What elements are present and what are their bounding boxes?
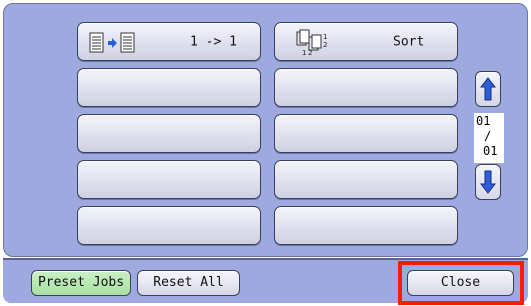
preset-slot-button[interactable] [77, 114, 261, 153]
close-button[interactable]: Close [407, 270, 514, 296]
single-to-single-page-icon [88, 32, 148, 58]
sort-stack-icon: 1 2 1 2 [295, 29, 331, 61]
copy-mode-1to1-button[interactable]: 1 -> 1 [77, 22, 261, 61]
page-indicator: 01 / 01 [474, 113, 504, 163]
page-current: 01 [476, 114, 491, 128]
svg-text:2: 2 [308, 49, 312, 57]
preset-jobs-label: Preset Jobs [37, 275, 125, 290]
page-total: 01 [483, 144, 498, 158]
preset-slot-button[interactable] [77, 160, 261, 199]
preset-slot-button[interactable] [77, 68, 261, 107]
svg-text:2: 2 [323, 41, 327, 49]
scroll-up-button[interactable] [475, 71, 501, 107]
preset-slot-button[interactable] [77, 206, 261, 245]
sort-button[interactable]: 1 2 1 2 Sort [274, 22, 458, 61]
copy-mode-label: 1 -> 1 [190, 34, 237, 49]
reset-all-label: Reset All [153, 275, 224, 290]
scroll-down-button[interactable] [475, 164, 501, 200]
svg-text:1: 1 [323, 33, 327, 41]
preset-slot-button[interactable] [274, 114, 458, 153]
preset-jobs-button[interactable]: Preset Jobs [31, 270, 131, 296]
close-label: Close [440, 275, 481, 290]
svg-text:1: 1 [302, 49, 306, 57]
page-separator: / [484, 129, 492, 143]
preset-slot-button[interactable] [274, 68, 458, 107]
reset-all-button[interactable]: Reset All [137, 270, 240, 296]
copy-settings-screen: 1 -> 1 1 2 1 2 Sort 01 / 01 Preset Jobs … [0, 0, 531, 306]
preset-slot-button[interactable] [274, 206, 458, 245]
preset-slot-button[interactable] [274, 160, 458, 199]
sort-label: Sort [393, 34, 425, 49]
